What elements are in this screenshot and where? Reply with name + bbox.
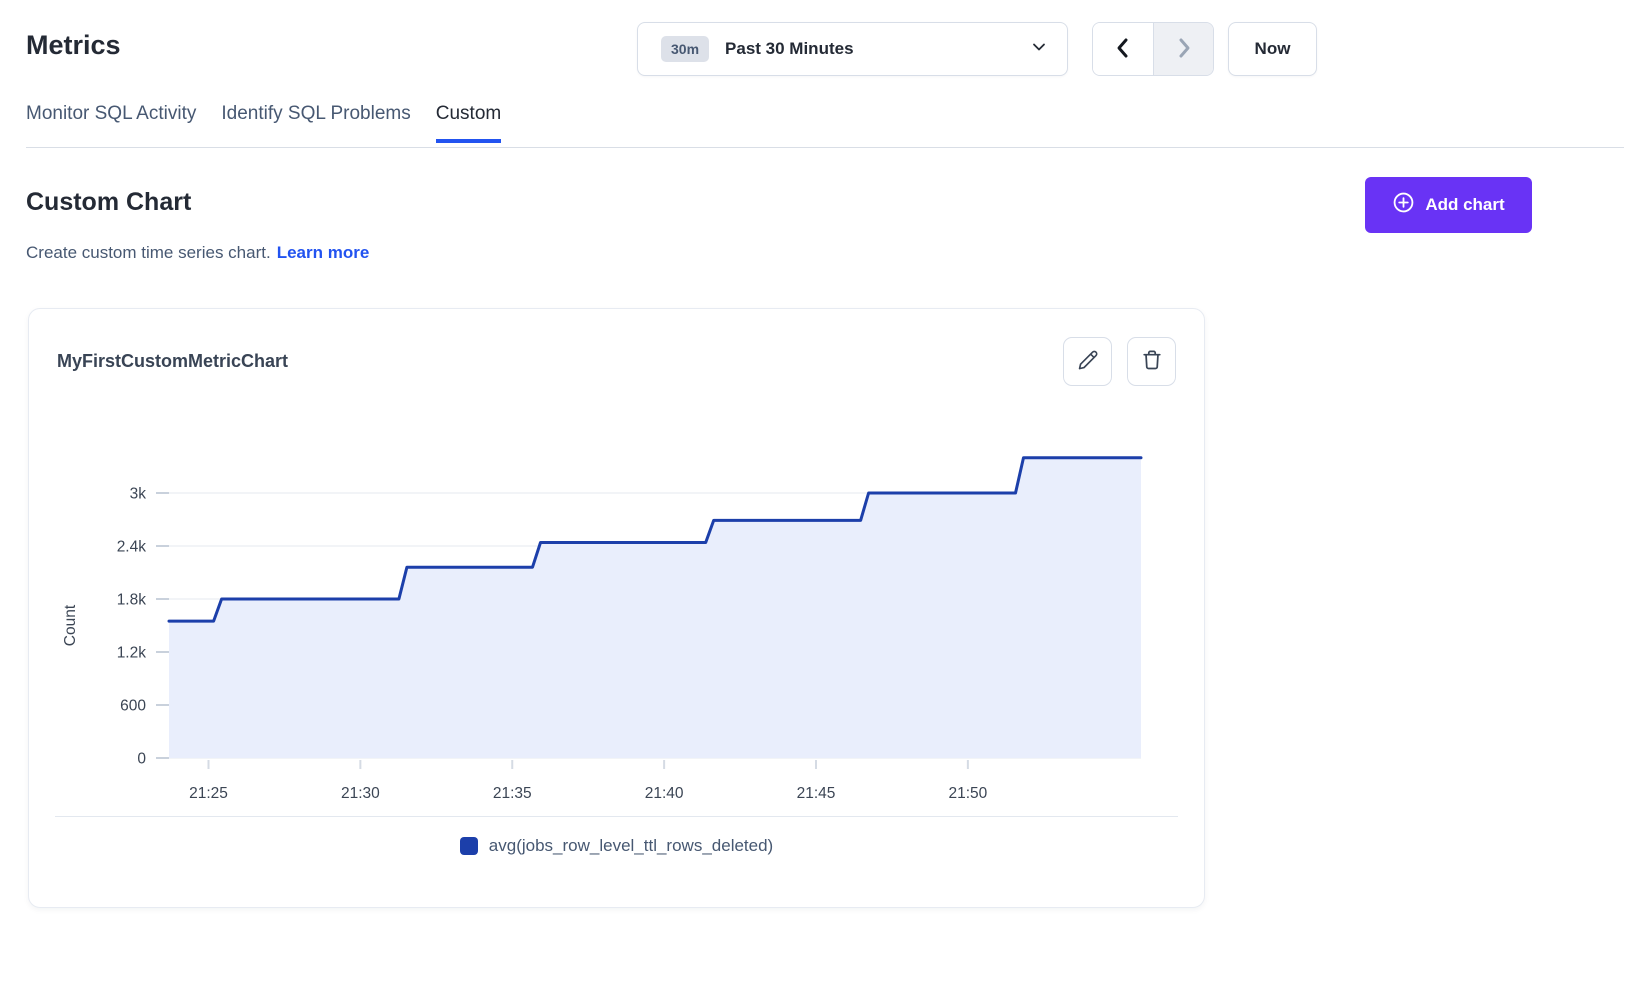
- add-chart-button[interactable]: Add chart: [1365, 177, 1532, 233]
- tab-monitor-sql-activity[interactable]: Monitor SQL Activity: [26, 103, 196, 143]
- chart-card-header: MyFirstCustomMetricChart: [29, 337, 1204, 386]
- time-range-label: Past 30 Minutes: [725, 39, 1031, 59]
- chevron-down-icon: [1031, 39, 1047, 60]
- metrics-page: Metrics 30m Past 30 Minutes Now Monitor: [0, 0, 1650, 982]
- tab-identify-sql-problems[interactable]: Identify SQL Problems: [221, 103, 410, 143]
- pencil-icon: [1077, 349, 1099, 374]
- chart-legend: avg(jobs_row_level_ttl_rows_deleted): [29, 817, 1204, 856]
- metrics-tabs: Monitor SQL Activity Identify SQL Proble…: [26, 103, 501, 143]
- svg-text:3k: 3k: [130, 486, 147, 503]
- chevron-right-icon: [1174, 37, 1194, 62]
- section-description: Create custom time series chart. Learn mo…: [26, 243, 369, 263]
- svg-text:21:45: 21:45: [797, 785, 836, 802]
- svg-text:2.4k: 2.4k: [117, 539, 147, 556]
- time-range-badge: 30m: [661, 36, 709, 62]
- page-title: Metrics: [26, 30, 121, 61]
- svg-text:21:35: 21:35: [493, 785, 532, 802]
- time-range-selector[interactable]: 30m Past 30 Minutes: [637, 22, 1068, 76]
- time-step-buttons: [1092, 22, 1214, 76]
- custom-chart-canvas: 0 600 1.2k 1.8k 2.4k 3k 21:25 21:30 21:35 21:40 21…: [29, 396, 1206, 816]
- svg-text:0: 0: [137, 751, 146, 768]
- time-back-button[interactable]: [1093, 23, 1153, 75]
- time-forward-button[interactable]: [1153, 23, 1213, 75]
- svg-text:21:50: 21:50: [948, 785, 987, 802]
- chart-plot-area: 0 600 1.2k 1.8k 2.4k 3k 21:25 21:30 21:35 21:40 21…: [29, 396, 1204, 816]
- plus-circle-icon: [1392, 191, 1415, 219]
- section-title: Custom Chart: [26, 188, 191, 217]
- delete-chart-button[interactable]: [1127, 337, 1176, 386]
- svg-text:Count: Count: [62, 604, 79, 646]
- svg-text:21:40: 21:40: [645, 785, 684, 802]
- svg-text:21:30: 21:30: [341, 785, 380, 802]
- add-chart-label: Add chart: [1425, 195, 1504, 215]
- tabs-divider: [26, 147, 1624, 148]
- edit-chart-button[interactable]: [1063, 337, 1112, 386]
- tab-custom[interactable]: Custom: [436, 103, 501, 143]
- chart-title: MyFirstCustomMetricChart: [57, 351, 288, 372]
- svg-text:1.8k: 1.8k: [117, 592, 147, 609]
- chevron-left-icon: [1113, 37, 1133, 62]
- section-description-text: Create custom time series chart.: [26, 243, 271, 262]
- svg-text:600: 600: [120, 698, 146, 715]
- learn-more-link[interactable]: Learn more: [277, 243, 370, 262]
- trash-icon: [1141, 349, 1163, 374]
- legend-swatch: [460, 837, 478, 855]
- time-controls: 30m Past 30 Minutes Now: [637, 22, 1317, 76]
- chart-card-actions: [1063, 337, 1176, 386]
- svg-text:1.2k: 1.2k: [117, 645, 147, 662]
- now-button[interactable]: Now: [1228, 22, 1317, 76]
- legend-label: avg(jobs_row_level_ttl_rows_deleted): [489, 836, 773, 856]
- chart-card: MyFirstCustomMetricChart 0 600 1.2k 1.8k 2.4…: [28, 308, 1205, 908]
- svg-text:21:25: 21:25: [189, 785, 228, 802]
